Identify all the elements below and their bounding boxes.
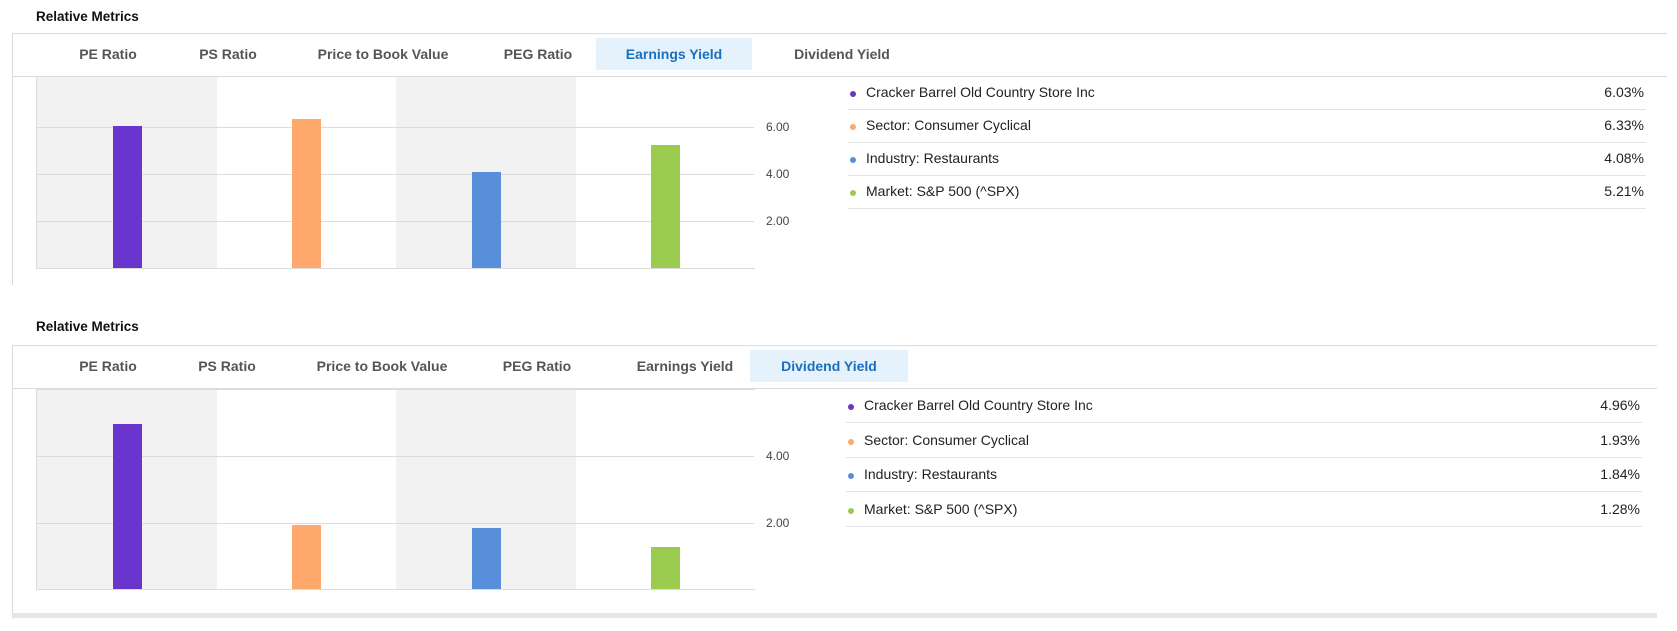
legend-item-sector: Sector: Consumer Cyclical 1.93%	[846, 425, 1642, 458]
legend-value: 1.28%	[1600, 501, 1640, 517]
y-tick-label: 2.00	[766, 516, 790, 530]
legend-value: 1.93%	[1600, 432, 1640, 448]
legend-item-industry: Industry: Restaurants 1.84%	[846, 459, 1642, 492]
legend-item-market: Market: S&P 500 (^SPX) 1.28%	[846, 494, 1642, 527]
metric-tab-bar: PE Ratio PS Ratio Price to Book Value PE…	[12, 345, 1657, 389]
legend-label: Industry: Restaurants	[864, 466, 998, 482]
dividend-yield-bar-chart	[36, 390, 755, 590]
legend-label: Cracker Barrel Old Country Store Inc	[864, 397, 1093, 413]
legend-label: Market: S&P 500 (^SPX)	[864, 501, 1018, 517]
legend-item-company: Cracker Barrel Old Country Store Inc 4.9…	[846, 390, 1642, 423]
legend-value: 4.96%	[1600, 397, 1640, 413]
bar-industry[interactable]	[472, 528, 501, 589]
tab-dividend-yield[interactable]: Dividend Yield	[750, 350, 908, 382]
tab-earnings-yield[interactable]: Earnings Yield	[610, 350, 760, 382]
tab-ps-ratio[interactable]: PS Ratio	[162, 350, 292, 382]
bar-sector[interactable]	[292, 525, 321, 589]
legend-value: 1.84%	[1600, 466, 1640, 482]
y-tick-label: 4.00	[766, 449, 790, 463]
tab-pe-ratio[interactable]: PE Ratio	[43, 350, 173, 382]
sector-color-dot	[848, 439, 854, 445]
industry-color-dot	[848, 473, 854, 479]
relative-metrics-panel-2: Relative Metrics PE Ratio PS Ratio Price…	[0, 0, 1677, 631]
gridline	[37, 523, 754, 524]
gridline	[37, 456, 754, 457]
panel-bottom-rule	[12, 613, 1657, 618]
legend-label: Sector: Consumer Cyclical	[864, 432, 1029, 448]
panel-title: Relative Metrics	[36, 319, 139, 334]
tab-peg-ratio[interactable]: PEG Ratio	[472, 350, 602, 382]
market-color-dot	[848, 508, 854, 514]
company-color-dot	[848, 404, 854, 410]
bar-market[interactable]	[651, 547, 680, 589]
chart-legend: Cracker Barrel Old Country Store Inc 4.9…	[846, 390, 1642, 528]
bar-company[interactable]	[113, 424, 142, 589]
tab-price-to-book-value[interactable]: Price to Book Value	[292, 350, 472, 382]
